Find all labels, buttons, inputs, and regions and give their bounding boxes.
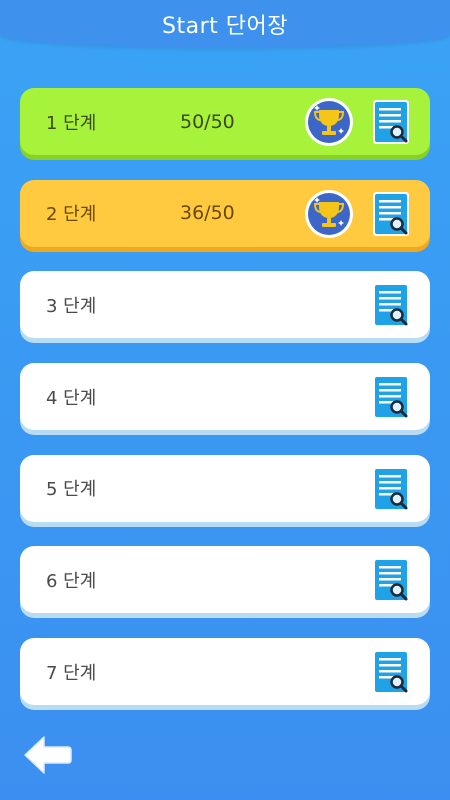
level-card-1[interactable]: 1 단계 50/50 [20,88,430,155]
level-score: 36/50 [180,202,235,225]
wordlist-search-icon[interactable] [372,466,410,512]
level-label: 7 단계 [46,662,97,684]
page-title: Start 단어장 [162,14,288,39]
level-label: 4 단계 [46,387,97,409]
level-label: 6 단계 [46,570,97,592]
wordlist-search-icon[interactable] [372,99,410,145]
level-card-2[interactable]: 2 단계 36/50 [20,179,430,247]
trophy-icon [305,98,353,146]
trophy-icon [305,189,353,238]
level-card-4[interactable]: 4 단계 [20,363,430,431]
back-arrow-icon[interactable] [22,733,72,777]
level-label: 1 단계 [46,112,97,134]
level-label: 3 단계 [46,295,97,317]
level-card-6[interactable]: 6 단계 [20,546,430,614]
header-bar: Start 단어장 [0,0,450,48]
level-list: 1 단계 50/50 2 단계 36/50 3 단계 4 단계 5 단계 6 단… [20,88,430,730]
wordlist-search-icon[interactable] [372,191,410,237]
wordlist-search-icon[interactable] [372,282,410,328]
level-card-7[interactable]: 7 단계 [20,638,430,706]
level-label: 2 단계 [46,204,97,226]
wordlist-search-icon[interactable] [372,374,410,420]
level-label: 5 단계 [46,479,97,501]
level-card-3[interactable]: 3 단계 [20,271,430,339]
wordlist-search-icon[interactable] [372,649,410,695]
level-card-5[interactable]: 5 단계 [20,454,430,522]
level-score: 50/50 [180,110,235,133]
wordlist-search-icon[interactable] [372,557,410,603]
